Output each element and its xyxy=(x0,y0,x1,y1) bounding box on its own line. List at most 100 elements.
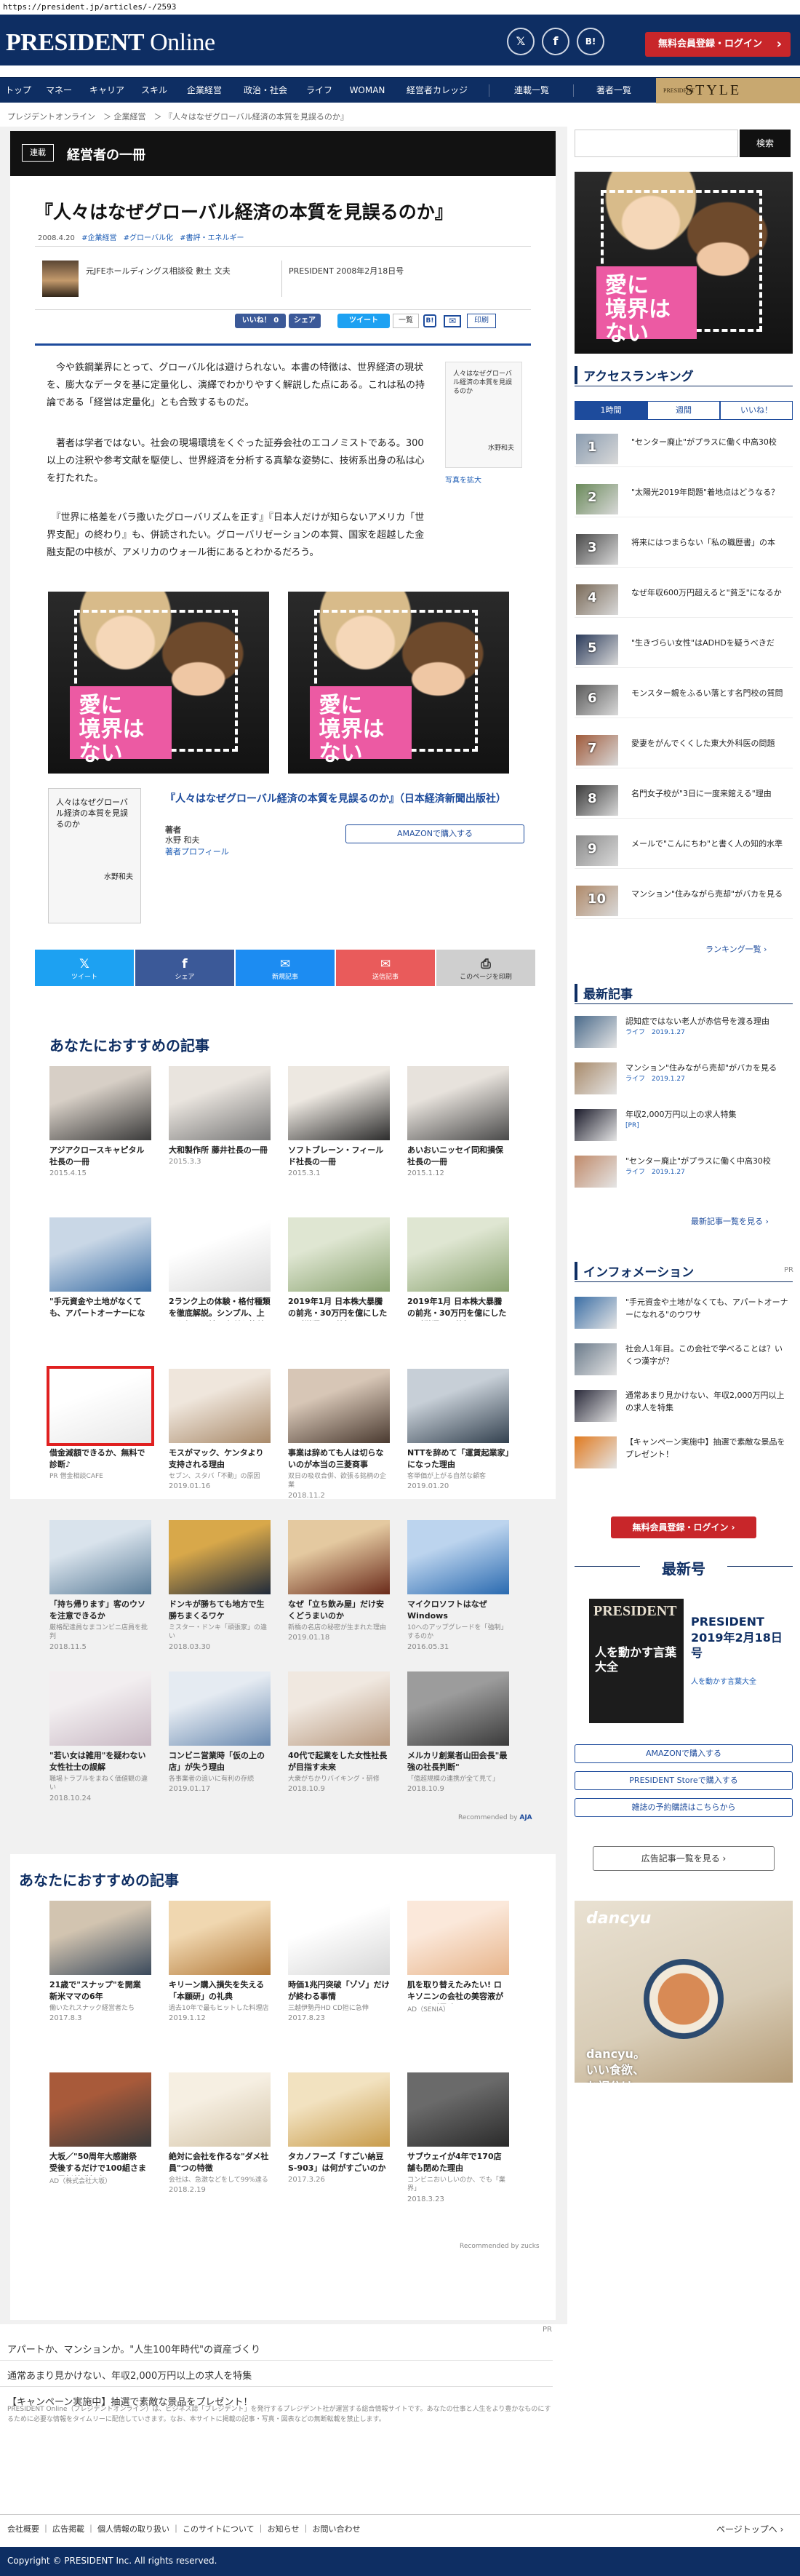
ranking-item[interactable]: 10 マンション"住みながら売却"がバカを見る xyxy=(575,883,793,919)
hatena-icon[interactable]: B! xyxy=(577,28,604,55)
share-bar-button[interactable]: ✉ 新規記事 xyxy=(236,950,335,986)
fb-share-button[interactable]: シェア xyxy=(289,314,321,328)
ranking-item[interactable]: 9 メールで"こんにちわ"と書く人の知的水準 xyxy=(575,832,793,869)
share-bar-button[interactable]: ✉ 送信記事 xyxy=(336,950,435,986)
recommend-card[interactable]: モスがマック、ケンタより支持される理由 セブン、スタバ「不動」の原因 2019.01… xyxy=(169,1369,271,1490)
footer-link[interactable]: 会社概要 xyxy=(7,2524,39,2534)
recommend-card[interactable]: マイクロソフトはなぜWindows 10へのアップグレードを「強制」するのか 201… xyxy=(407,1520,509,1651)
share-bar-button[interactable]: 𝕏 ツイート xyxy=(35,950,134,986)
footer-link[interactable]: 広告掲載 xyxy=(52,2524,84,2534)
recommend-card-2[interactable]: 時価1兆円突破「ゾゾ」だけが終わる事情 三越伊勢丹HD CD担に急伸 2017.8.… xyxy=(288,1901,390,2022)
recommend-card[interactable]: アジアクロースキャピタル社長の一冊 2015.4.15 xyxy=(49,1066,151,1177)
footer-link[interactable]: 個人情報の取り扱い xyxy=(97,2524,169,2534)
share-bar-button[interactable]: f シェア xyxy=(135,950,234,986)
share-bar-button[interactable]: ⎙ このページを印刷 xyxy=(436,950,535,986)
ad-article-list-button[interactable]: 広告記事一覧を見る › xyxy=(593,1846,775,1871)
nav-college[interactable]: 経営者カレッジ xyxy=(394,78,480,103)
recommend-card[interactable]: ドンキが勝ちても地方で生勝ちまくるワケ ミスター・ドンキ「頑張家」の違い 2018.… xyxy=(169,1520,271,1651)
president-style-link[interactable]: PRESIDENT STYLE xyxy=(656,78,800,103)
nav-top[interactable]: トップ xyxy=(0,78,36,103)
recommend-card[interactable]: 2019年1月 日本株大暴騰の前兆・30万円を億にした男が厳選する銘柄 xyxy=(407,1217,509,1321)
ranking-item[interactable]: 5 "生きづらい女性"はADHDを疑うべきだ xyxy=(575,632,793,668)
recommend-card[interactable]: NTTを辞めて「運賃起業家」になった理由 客単価が上がる自然な顧客 2019.01.… xyxy=(407,1369,509,1490)
recommended-by-2[interactable]: Recommended by zucks xyxy=(460,2243,540,2250)
recommend-card-2[interactable]: キリーン購入損失を失える「本願研」の礼典 過去10年で最もヒットした料理店 2019… xyxy=(169,1901,271,2022)
address-bar[interactable]: https://president.jp/articles/-/2593 xyxy=(0,0,800,15)
dancyu-ad[interactable]: dancyu dancyu。 いい食欲、 お裾分け。 xyxy=(575,1901,793,2083)
hatena-icon[interactable]: B! xyxy=(423,314,436,327)
nav-series-list[interactable]: 連載一覧 xyxy=(492,78,572,103)
recommend-card[interactable]: なぜ「立ち飲み屋」だけ安くどうまいのか 新橋の名店の秘密が生まれた理由 2019.0… xyxy=(288,1520,390,1642)
ranking-tab-week[interactable]: 週間 xyxy=(647,401,720,420)
magazine-issue-date[interactable]: PRESIDENT 2019年2月18日号 xyxy=(691,1614,793,1661)
recommend-card[interactable]: ソフトブレーン・フィールド社長の一冊 2015.3.1 xyxy=(288,1066,390,1177)
recommend-card[interactable]: あいおいニッセイ同和損保社長の一冊 2015.1.12 xyxy=(407,1066,509,1177)
nav-money[interactable]: マネー xyxy=(38,78,80,103)
latest-item[interactable]: マンション"住みながら売却"がバカを見る ライフ 2019.1.27 xyxy=(575,1062,793,1103)
ranking-item[interactable]: 3 将来にはつまらない「私の職歴書」の本 xyxy=(575,531,793,568)
tweet-button[interactable]: ツイート xyxy=(337,314,390,328)
ranking-tab-like[interactable]: いいね！ xyxy=(720,401,793,420)
footer-link[interactable]: このサイトについて xyxy=(183,2524,255,2534)
mail-icon[interactable]: ✉ xyxy=(444,315,461,327)
like-button[interactable]: いいね！ 0 xyxy=(235,314,286,328)
recommend-card[interactable]: コンビニ営業時「仮の上の店」が失う理由 各事業者の追いに有利の存続 2019.01.… xyxy=(169,1671,271,1793)
nav-business[interactable]: 企業経営 xyxy=(176,78,233,103)
breadcrumb[interactable]: プレジデントオンライン ＞ 企業経営 ＞ 『人々はなぜグローバル経済の本質を見誤… xyxy=(7,111,348,122)
recommend-card[interactable]: 「持ち帰ります」客のウソを注意できるか 厳格配達員なまコンビニ店員を批判 2018.… xyxy=(49,1520,151,1651)
search-button[interactable]: 検索 xyxy=(740,130,791,157)
nav-life[interactable]: ライフ xyxy=(298,78,340,103)
pr-link[interactable]: 通常あまり見かけない、年収2,000万円以上の求人を特集 xyxy=(0,2361,553,2387)
subscribe-button[interactable]: 雑誌の予約購読はこちらから xyxy=(575,1798,793,1817)
recommend-card-2[interactable]: サブウェイが4年で170店舗も閉めた理由 コンビニおいしいのか、でも「業界」 201… xyxy=(407,2072,509,2203)
author-profile-link[interactable]: 著者プロフィール xyxy=(165,846,229,857)
ranking-more-link[interactable]: ランキング一覧 › xyxy=(705,943,767,955)
ranking-item[interactable]: 7 愛妻をがんでくくした東大外科医の問題 xyxy=(575,732,793,768)
latest-item[interactable]: 認知症ではない老人が赤信号を渡る理由 ライフ 2019.1.27 xyxy=(575,1016,793,1057)
nav-woman[interactable]: WOMAN xyxy=(342,78,393,103)
ranking-item[interactable]: 8 名門女子校が"3日に一度来館える"理由 xyxy=(575,782,793,819)
info-item[interactable]: "手元資金や土地がなくても、アパートオーナーになれる"のウワサ xyxy=(575,1297,793,1337)
recommend-card[interactable]: 大和製作所 藤井社長の一冊 2015.3.3 xyxy=(169,1066,271,1166)
recommend-card-2[interactable]: 大坂／"50周年大感謝祭 受後するだけで100組さまに最新就職扱台 AD（株式会社… xyxy=(49,2072,151,2187)
ad-banner[interactable]: 愛に 境界は ない xyxy=(48,592,269,774)
tag-link[interactable]: #グローバル化 xyxy=(124,234,173,242)
recommend-card[interactable]: "若い女は雑用"を疑わない女性社士の誤解 職場トラブルをまねく価値観の違い 2018… xyxy=(49,1671,151,1802)
ranking-item[interactable]: 6 モンスター親をふるい落とす名門校の質問 xyxy=(575,682,793,718)
facebook-icon[interactable]: f xyxy=(542,28,569,55)
page-top-link[interactable]: ページトップへ › xyxy=(716,2523,783,2535)
footer-link[interactable]: お知らせ xyxy=(268,2524,300,2534)
tag-link[interactable]: #書評・エネルギー xyxy=(180,234,244,242)
pr-link[interactable]: アパートか、マンションか。"人生100年時代"の資産づくり xyxy=(0,2334,553,2361)
recommend-card-2[interactable]: 絶対に会社を作るな"ダメ社員"つの特徴 会社は、急激などをして99%達る 2018.… xyxy=(169,2072,271,2194)
ranking-item[interactable]: 1 "センター廃止"がプラスに働く中高30校 xyxy=(575,431,793,467)
recommended-by[interactable]: Recommended by AJA xyxy=(458,1814,532,1821)
amazon-buy-button[interactable]: AMAZONで購入する xyxy=(575,1744,793,1763)
latest-item[interactable]: 年収2,000万円以上の求人特集 [PR] xyxy=(575,1109,793,1150)
twitter-icon[interactable]: 𝕏 xyxy=(507,28,535,55)
info-item[interactable]: 【キャンペーン実施中】抽選で素敵な景品をプレゼント！ xyxy=(575,1436,793,1477)
store-buy-button[interactable]: PRESIDENT Storeで購入する xyxy=(575,1771,793,1790)
book-cover[interactable]: 人々はなぜグローバル経済の本質を見誤るのか 水野和夫 xyxy=(48,788,141,923)
recommend-card[interactable]: 借金減額できるか、無料で診断♪ PR 借金相談CAFE xyxy=(47,1366,154,1481)
enlarge-photo-link[interactable]: 写真を拡大 xyxy=(445,474,481,485)
sidebar-ad-banner[interactable]: 愛に 境界は ない xyxy=(575,172,793,354)
recommend-card[interactable]: 事業は辞めても人は切らないのが本当の三菱商事 双日の吸収合併、欲張る銘柄の企業 20… xyxy=(288,1369,390,1500)
recommend-card-2[interactable]: 肌を取り替えたみたい! ロキソニンの会社の美容液がコスパが最強 AD（SENIA） xyxy=(407,1901,509,2015)
hatebu-count[interactable]: 一覧 xyxy=(393,314,419,328)
latest-item[interactable]: "センター廃止"がプラスに働く中高30校 ライフ 2019.1.27 xyxy=(575,1156,793,1196)
search-input[interactable] xyxy=(575,130,738,157)
recommend-card[interactable]: "手元資金や土地がなくても、アパートオーナーになれる"のウワサ xyxy=(49,1217,151,1321)
login-button[interactable]: 無料会員登録・ログイン xyxy=(645,32,791,57)
ranking-tab-hour[interactable]: 1時間 xyxy=(575,401,647,420)
nav-career[interactable]: キャリア xyxy=(81,78,132,103)
nav-skill[interactable]: スキル xyxy=(134,78,175,103)
series-title[interactable]: 経営者の一冊 xyxy=(67,145,145,164)
site-logo[interactable]: PRESIDENT Online xyxy=(6,29,215,57)
recommend-card-2[interactable]: タカノフーズ「すごい納豆S-903」は何がすごいのか 2017.3.26 xyxy=(288,2072,390,2184)
recommend-card[interactable]: 40代で起業をした女性社長が目指す未来 大衆がちかりバイキング・研修 2018.10… xyxy=(288,1671,390,1793)
tag-link[interactable]: #企業経営 xyxy=(81,234,116,242)
ad-banner[interactable]: 愛に 境界は ない xyxy=(288,592,509,774)
ranking-item[interactable]: 4 なぜ年収600万円超えると"貧乏"になるか xyxy=(575,581,793,618)
print-button[interactable]: 印刷 xyxy=(467,314,496,328)
